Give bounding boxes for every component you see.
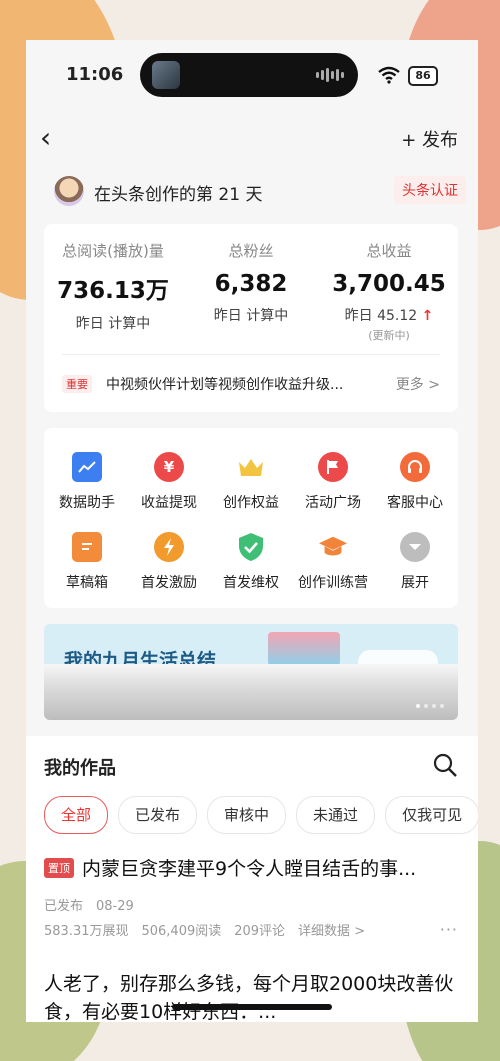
stat-total-income[interactable]: 总收益 3,700.45 昨日 45.12 ↑ (更新中) [320,240,458,343]
tool-activity-square[interactable]: 活动广场 [292,452,374,512]
search-icon[interactable] [432,752,458,778]
crown-icon [236,452,266,482]
certify-button[interactable]: 头条认证 [394,176,466,204]
stat-label: 总收益 [366,242,412,260]
avatar[interactable] [54,176,84,206]
tool-creator-rights[interactable]: 创作权益 [210,452,292,512]
tab-rejected[interactable]: 未通过 [296,796,376,834]
flag-icon [318,452,348,482]
tool-label: 首发维权 [223,575,279,591]
tool-data-assistant[interactable]: 数据助手 [46,452,128,512]
tool-rights-protection[interactable]: 首发维权 [210,532,292,592]
tool-expand[interactable]: 展开 [374,532,456,592]
status-bar: 11:06 86 [26,40,478,110]
tool-label: 创作权益 [223,495,279,511]
list-item[interactable]: 置顶 内蒙巨贪李建平9个令人瞠目结舌的事... 已发布 08-29 583.31万… [44,854,458,939]
now-playing-thumbnail [152,61,180,89]
carousel-dots [416,704,444,708]
stat-sub-text: 昨日 45.12 [344,308,418,324]
my-works-section: 我的作品 全部 已发布 审核中 未通过 仅我可见 置顶 内蒙巨贪李建平9个令人瞠目… [26,736,478,1022]
yen-icon: ¥ [154,452,184,482]
stat-value: 736.13万 [57,278,169,304]
tab-reviewing[interactable]: 审核中 [207,796,287,834]
promo-banner[interactable]: 我的九月生活总结 [44,624,458,720]
tool-label: 展开 [401,575,429,591]
stat-label: 总阅读(播放)量 [62,242,164,260]
battery-indicator: 86 [408,66,438,86]
tool-label: 草稿箱 [66,575,108,591]
pinned-badge: 置顶 [44,857,74,878]
tool-label: 收益提现 [141,495,197,511]
tool-customer-service[interactable]: 客服中心 [374,452,456,512]
stat-sub: 昨日 计算中 [213,308,289,324]
tools-grid: 数据助手 ¥ 收益提现 创作权益 活动广场 客服中心 草稿箱 首发激励 首发维权… [44,428,458,608]
stat-sub: 昨日 计算中 [75,316,151,332]
tab-private[interactable]: 仅我可见 [385,796,478,834]
audio-wave-icon [316,68,344,82]
stat-updating-note: (更新中) [368,329,410,342]
draft-icon [72,532,102,562]
tool-label: 首发激励 [141,575,197,591]
notice-text: 中视频伙伴计划等视频创作收益升级... [106,377,344,393]
status-time: 11:06 [66,64,124,85]
tool-label: 创作训练营 [298,575,368,591]
stat-label: 总粉丝 [228,242,274,260]
dynamic-island [140,53,358,97]
stat-value: 6,382 [214,271,288,297]
tool-training-camp[interactable]: 创作训练营 [292,532,374,592]
tab-all[interactable]: 全部 [44,796,109,834]
stats-card: 总阅读(播放)量 736.13万 昨日 计算中 总粉丝 6,382 昨日 计算中… [44,224,458,412]
home-indicator [172,1004,332,1010]
chart-icon [72,452,102,482]
article-stats: 583.31万展现 506,409阅读 209评论 详细数据 > ··· [44,920,458,939]
trend-up-icon: ↑ [421,308,434,324]
graduation-cap-icon [318,532,348,562]
tab-published[interactable]: 已发布 [118,796,198,834]
more-options-icon[interactable]: ··· [440,920,458,939]
tool-label: 客服中心 [387,495,443,511]
headset-icon [400,452,430,482]
tool-label: 活动广场 [305,495,361,511]
chevron-down-icon [400,532,430,562]
wifi-icon [378,66,400,84]
banner-illustration [268,632,340,666]
more-link[interactable]: 更多 > [396,374,440,394]
section-title: 我的作品 [44,758,116,779]
important-badge: 重要 [62,375,92,393]
app-screen: 11:06 86 ‹ + 发布 在头条创作的第 21 天 头条认证 总阅读(播放… [26,40,478,1022]
tool-withdraw[interactable]: ¥ 收益提现 [128,452,210,512]
back-button[interactable]: ‹ [40,124,51,152]
shield-check-icon [236,532,266,562]
tool-label: 数据助手 [59,495,115,511]
stat-total-fans[interactable]: 总粉丝 6,382 昨日 计算中 [182,240,320,325]
notice-row[interactable]: 重要 中视频伙伴计划等视频创作收益升级... 更多 > [62,372,440,396]
tool-first-publish-incentive[interactable]: 首发激励 [128,532,210,592]
publish-button[interactable]: + 发布 [401,126,458,152]
stat-value: 3,700.45 [332,271,446,297]
stat-total-reads[interactable]: 总阅读(播放)量 736.13万 昨日 计算中 [44,240,182,333]
creator-profile-row: 在头条创作的第 21 天 头条认证 [54,176,466,208]
tool-drafts[interactable]: 草稿箱 [46,532,128,592]
article-title: 内蒙巨贪李建平9个令人瞠目结舌的事... [82,858,417,880]
divider [62,354,440,355]
list-item[interactable]: 人老了，别存那么多钱，每个月取2000块改善伙食，有必要10样好东西：... [44,970,458,1022]
article-status: 已发布 08-29 [44,899,134,914]
lightning-icon [154,532,184,562]
article-stats-text[interactable]: 583.31万展现 506,409阅读 209评论 详细数据 > [44,924,365,939]
banner-overlay [44,664,458,720]
stat-sub: 昨日 45.12 ↑ [320,305,458,325]
creation-days-text: 在头条创作的第 21 天 [94,185,263,205]
top-nav: ‹ + 发布 [26,120,478,160]
filter-tabs: 全部 已发布 审核中 未通过 仅我可见 [44,796,478,834]
